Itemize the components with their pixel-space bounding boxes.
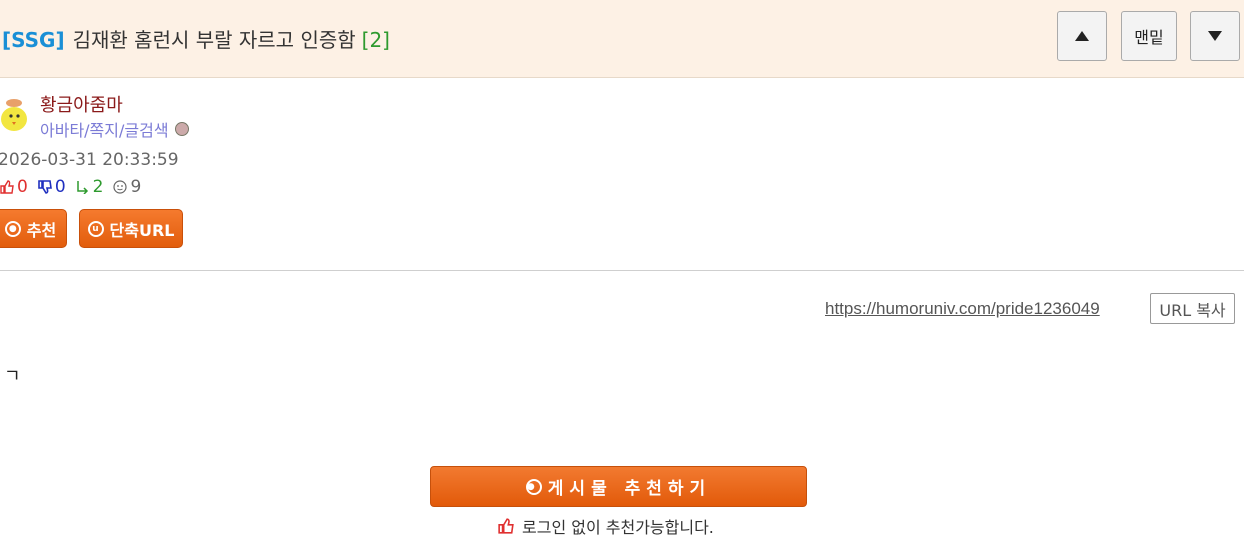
view-stat: 9 (113, 177, 141, 197)
target-icon: ● (4, 220, 21, 237)
short-url-button[interactable]: u 단축URL (79, 209, 183, 248)
triangle-down-icon (1208, 31, 1222, 41)
comment-count: [2] (361, 28, 390, 52)
post-body: ㄱ (4, 366, 21, 387)
recommend-button[interactable]: ● 추천 (0, 209, 67, 248)
like-stat: 0 (0, 177, 28, 197)
post-title-row: [SSG] 김재환 홈런시 부랄 자르고 인증함 [2] (2, 24, 390, 53)
triangle-up-icon (1075, 31, 1089, 41)
post-date: 2026-03-31 20:33:59 (0, 150, 179, 170)
login-note-text: 로그인 없이 추천가능합니다. (522, 518, 714, 537)
post-recommend-button[interactable]: ● 게시물 추천하기 (430, 466, 807, 507)
u-icon: u (87, 220, 104, 237)
target-icon: ● (525, 478, 542, 495)
short-url-label: 단축URL (109, 220, 175, 240)
category-tag[interactable]: [SSG] (2, 28, 65, 52)
content-divider (0, 270, 1244, 271)
share-stat: 2 (76, 177, 104, 197)
level-badge-icon (174, 122, 189, 136)
share-count: 2 (92, 177, 104, 197)
thumbs-down-icon (38, 180, 52, 194)
thumbs-up-icon (0, 180, 14, 194)
recommend-label: 추천 (26, 220, 57, 240)
post-recommend-label: 게시물 추천하기 (547, 479, 712, 499)
post-stats: 0 0 2 9 (0, 177, 151, 197)
dislike-count: 0 (54, 177, 66, 197)
scroll-down-button[interactable] (1190, 11, 1240, 61)
share-arrow-icon (76, 181, 88, 194)
chick-avatar-icon[interactable] (0, 97, 30, 133)
author-name[interactable]: 황금아줌마 (40, 91, 123, 117)
scroll-top-button[interactable] (1057, 11, 1107, 61)
thumbs-up-icon (498, 518, 514, 534)
author-links-text[interactable]: 아바타/쪽지/글검색 (40, 117, 169, 141)
post-title: 김재환 홈런시 부랄 자르고 인증함 (72, 28, 356, 52)
author-links[interactable]: 아바타/쪽지/글검색 (40, 117, 189, 141)
scroll-bottom-button[interactable]: 맨밑 (1121, 11, 1177, 61)
scroll-bottom-label: 맨밑 (1134, 28, 1164, 47)
url-copy-button[interactable]: URL 복사 (1150, 293, 1235, 324)
post-header: [SSG] 김재환 홈런시 부랄 자르고 인증함 [2] 맨밑 (0, 0, 1244, 78)
login-note: 로그인 없이 추천가능합니다. (498, 514, 714, 538)
like-count: 0 (17, 177, 28, 197)
view-count: 9 (130, 177, 142, 197)
smiley-icon (113, 180, 128, 194)
dislike-stat: 0 (38, 177, 66, 197)
post-url-link[interactable]: https://humoruniv.com/pride1236049 (825, 299, 1100, 319)
